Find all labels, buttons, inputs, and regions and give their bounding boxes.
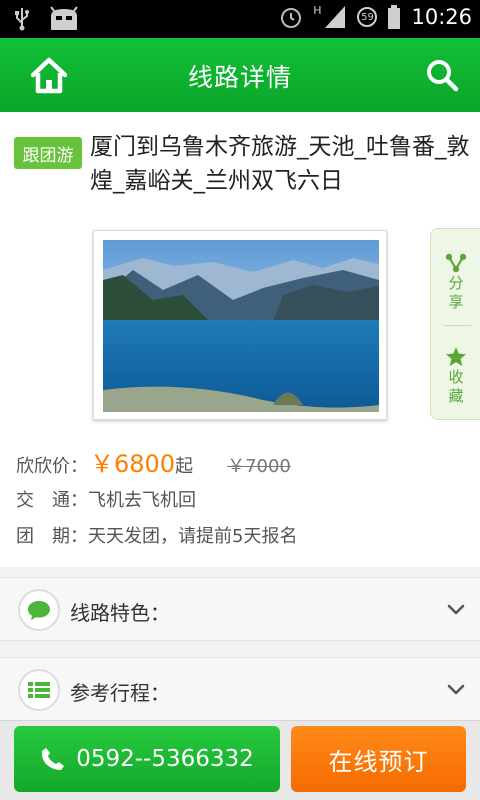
page-title: 线路详情 <box>187 63 292 92</box>
header-bar: 线路详情 <box>0 38 480 112</box>
clock: 10:26 <box>411 5 472 29</box>
route-title: 厦门到乌鲁木齐旅游_天池_吐鲁番_敦煌_嘉峪关_兰州双飞六日 <box>90 134 470 194</box>
star-icon <box>446 347 466 366</box>
section-label: 参考行程： <box>70 681 170 705</box>
phone-icon <box>42 748 65 770</box>
traffic-value: 飞机去飞机回 <box>88 490 196 511</box>
search-icon[interactable] <box>424 57 460 93</box>
divider <box>443 325 471 326</box>
section-icon-wrap <box>18 669 60 711</box>
period-row: 团 期：天天发团，请提前5天报名 <box>16 522 297 548</box>
lake-photo <box>103 240 379 412</box>
chat-bubble-icon <box>28 601 50 620</box>
section-icon-wrap <box>18 589 60 631</box>
tour-type-tag: 跟团游 <box>14 137 82 169</box>
battery-icon <box>388 5 401 29</box>
favorite-label: 收藏 <box>448 368 464 405</box>
price-row: 欣欣价： ￥6800 起 ￥7000 <box>16 444 291 479</box>
current-price: ￥6800 <box>90 450 176 478</box>
itinerary-section[interactable]: 参考行程： <box>0 657 480 721</box>
book-online-button[interactable]: 在线预订 <box>291 726 466 792</box>
signal-icon <box>325 6 346 28</box>
share-icon <box>445 253 467 273</box>
status-bar: H 59 10:26 <box>0 0 480 38</box>
chevron-down-icon <box>447 604 465 615</box>
share-label: 分享 <box>448 274 464 311</box>
alarm-icon <box>281 8 302 28</box>
share-button[interactable]: 分享 <box>431 237 480 327</box>
section-label: 线路特色： <box>70 601 170 625</box>
period-label: 团 期： <box>16 526 88 547</box>
period-value: 天天发团，请提前5天报名 <box>88 526 298 547</box>
route-photo[interactable] <box>93 230 387 420</box>
favorite-button[interactable]: 收藏 <box>431 331 480 421</box>
phone-number: 0592--5366332 <box>76 746 254 772</box>
traffic-row: 交 通：飞机去飞机回 <box>16 486 196 512</box>
network-type: H <box>313 4 322 17</box>
detail-sections: 线路特色： 参考行程： <box>0 567 480 721</box>
usb-icon <box>15 8 29 31</box>
traffic-label: 交 通： <box>16 490 88 511</box>
route-features-section[interactable]: 线路特色： <box>0 577 480 641</box>
call-button[interactable]: 0592--5366332 <box>14 726 280 792</box>
price-unit: 起 <box>175 456 194 477</box>
notification-badge: 59 <box>357 7 378 27</box>
list-icon <box>28 682 50 698</box>
side-action-panel: 分享 收藏 <box>430 228 480 420</box>
chevron-down-icon <box>447 684 465 695</box>
price-label: 欣欣价： <box>16 456 88 477</box>
original-price: ￥7000 <box>227 456 291 477</box>
android-icon <box>50 6 78 30</box>
bottom-action-bar: 0592--5366332 在线预订 <box>0 720 480 800</box>
